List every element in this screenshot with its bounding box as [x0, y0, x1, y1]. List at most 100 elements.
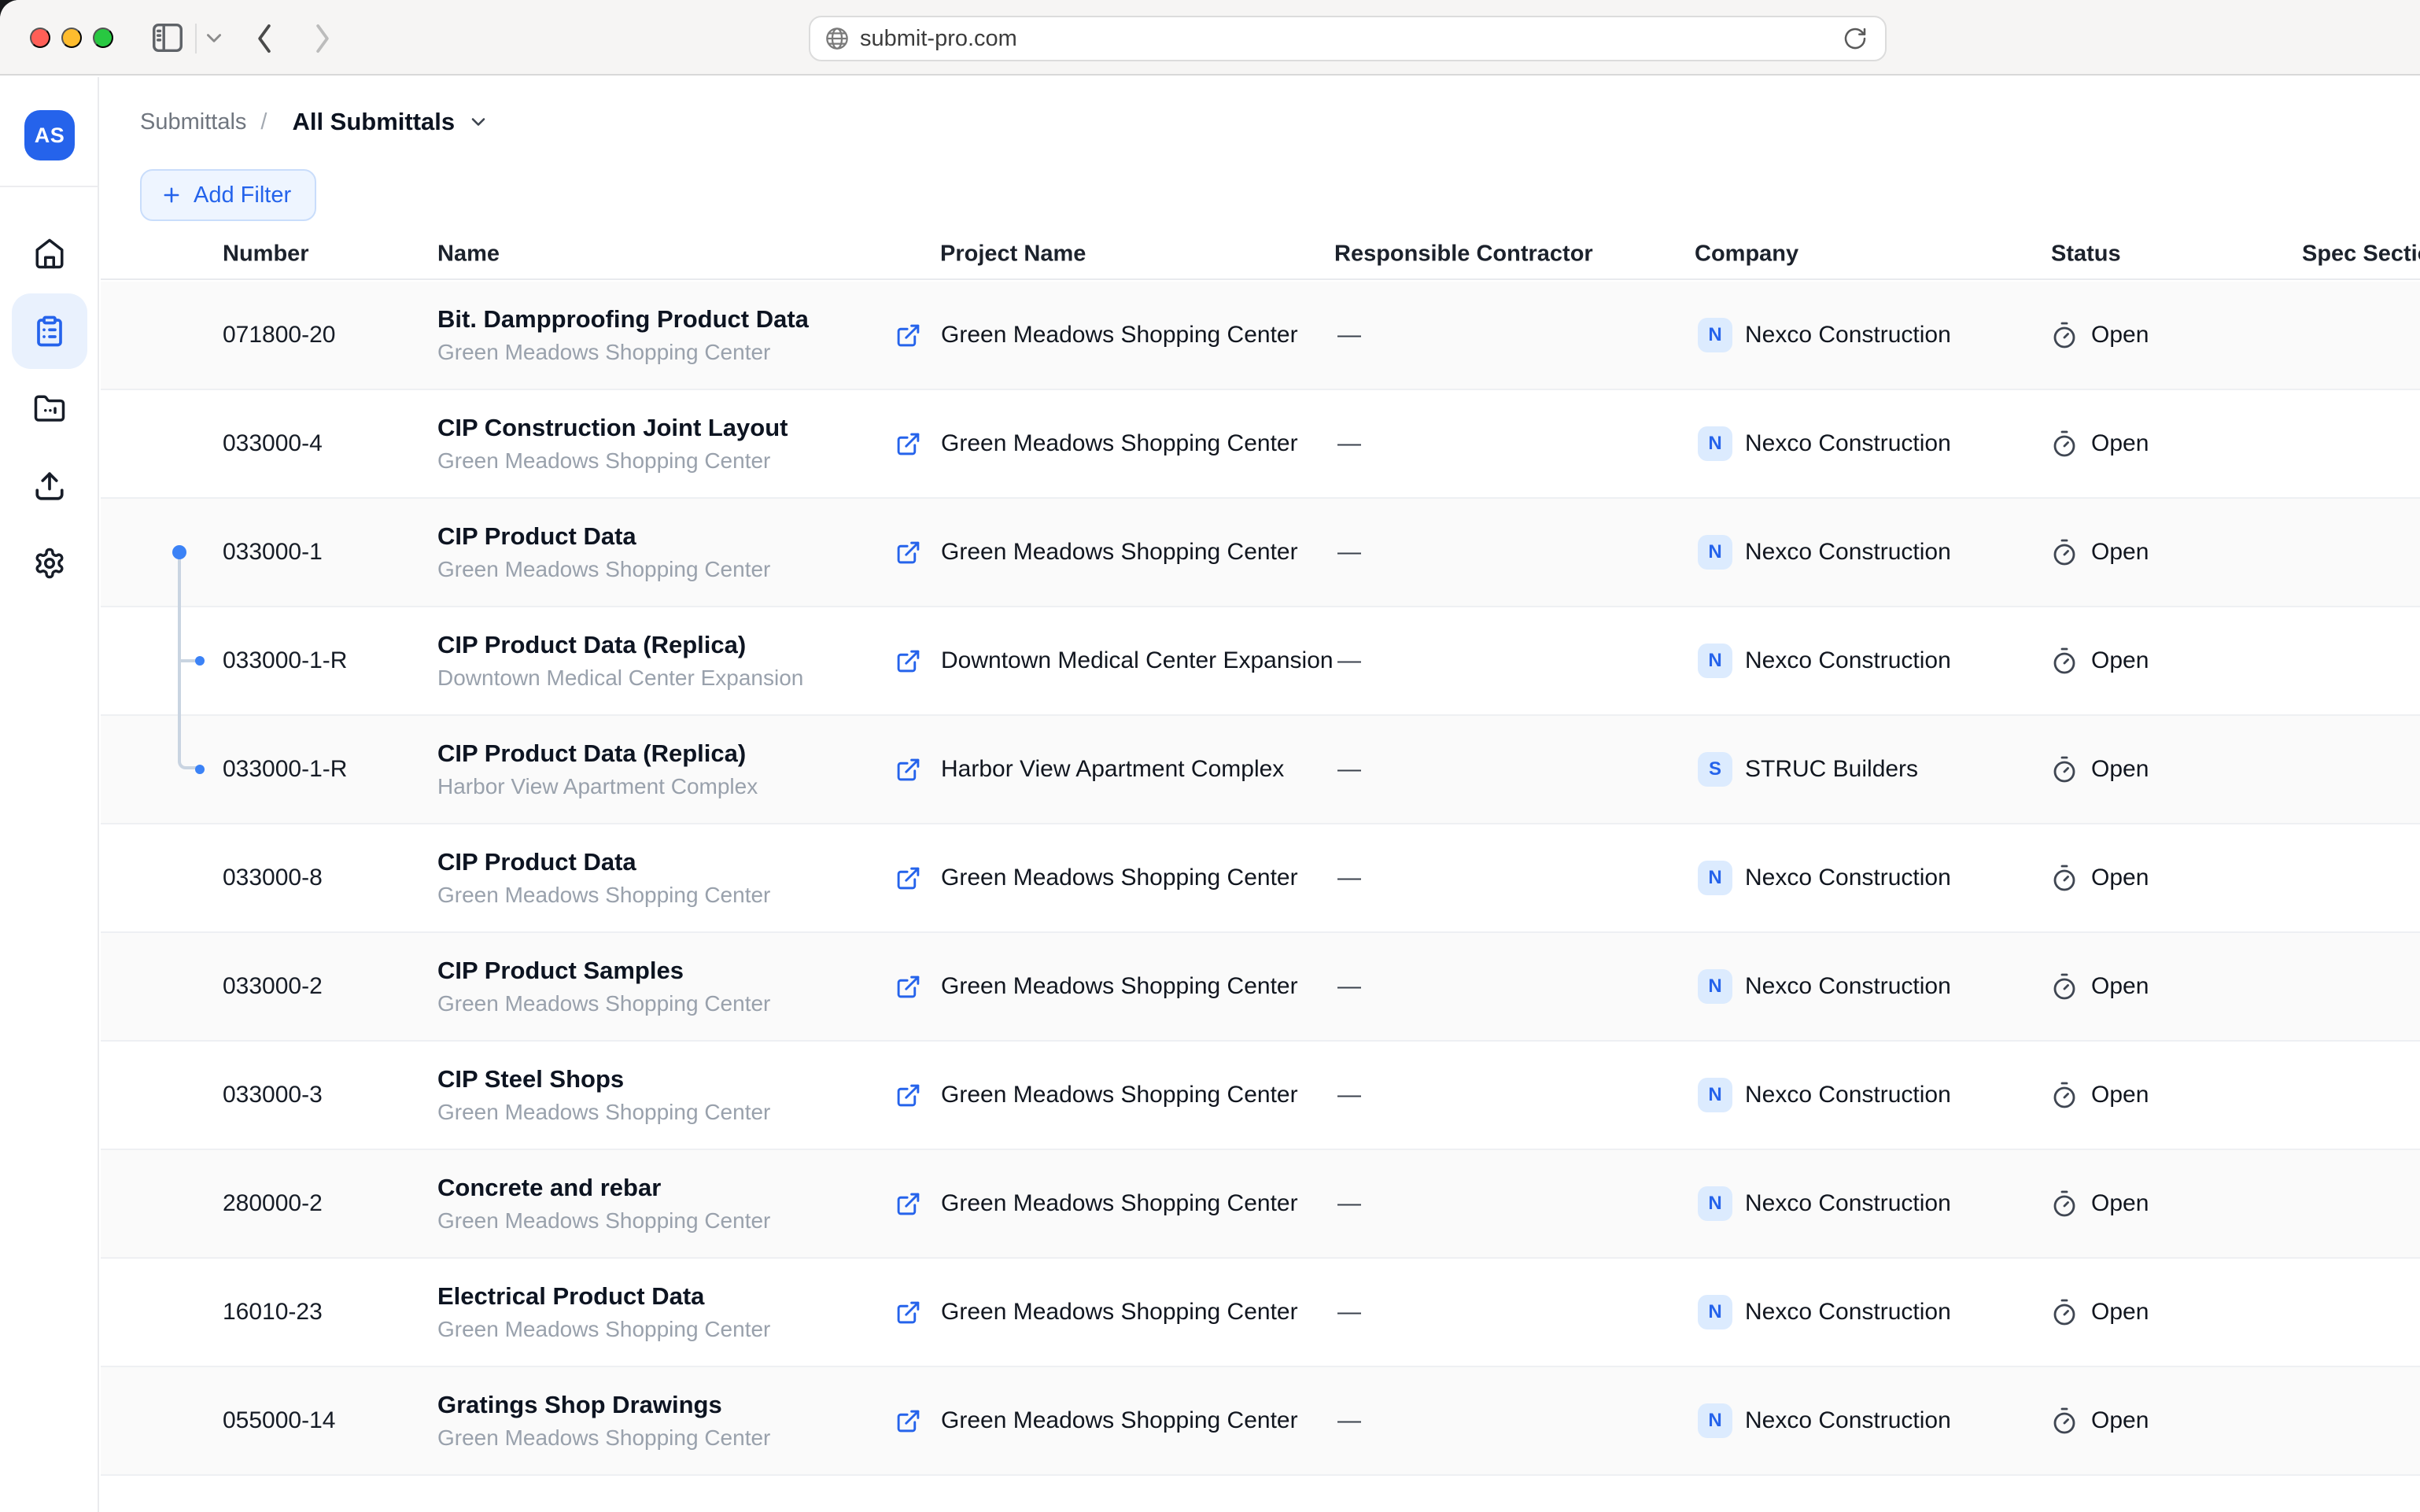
company-badge: N [1698, 318, 1732, 352]
sidebar-item-upload[interactable] [12, 448, 87, 524]
table-row[interactable]: 071800-20 Bit. Dampproofing Product Data… [101, 282, 2420, 390]
sidebar-item-settings[interactable] [12, 526, 87, 601]
responsible-contractor-value: — [1337, 430, 1361, 457]
folder-icon [33, 393, 66, 426]
chevron-down-icon [467, 111, 489, 133]
external-link-icon[interactable] [895, 974, 921, 1000]
project-cell[interactable]: Harbor View Apartment Complex [895, 756, 1284, 783]
company-badge: N [1698, 1295, 1732, 1329]
submittal-name-cell: Concrete and rebar Green Meadows Shoppin… [437, 1173, 770, 1234]
project-cell[interactable]: Green Meadows Shopping Center [895, 430, 1298, 457]
address-bar[interactable]: submit-pro.com [809, 16, 1887, 61]
external-link-icon[interactable] [895, 431, 921, 457]
column-header-status[interactable]: Status [2051, 242, 2121, 267]
reload-button[interactable] [1839, 23, 1871, 54]
table-row[interactable]: HVAC Shop Drawings [101, 1476, 2420, 1512]
external-link-icon[interactable] [895, 1082, 921, 1108]
view-selector[interactable]: All Submittals [281, 108, 489, 136]
project-name: Green Meadows Shopping Center [941, 1407, 1298, 1434]
external-link-icon[interactable] [895, 757, 921, 783]
status-cell: Open [2050, 972, 2149, 1001]
external-link-icon[interactable] [895, 1408, 921, 1434]
app-shell: AS [0, 77, 2420, 1512]
project-cell[interactable]: Downtown Medical Center Expansion [895, 647, 1334, 674]
project-cell[interactable]: Green Meadows Shopping Center [895, 322, 1298, 348]
zoom-button[interactable] [93, 28, 113, 48]
table-header: Number Name Project Name Responsible Contra… [101, 230, 2420, 280]
project-name: Harbor View Apartment Complex [941, 756, 1284, 783]
minimize-button[interactable] [61, 28, 82, 48]
table-row[interactable]: 033000-1 CIP Product Data Green Meadows … [101, 499, 2420, 607]
avatar[interactable]: AS [24, 110, 75, 160]
external-link-icon[interactable] [895, 1300, 921, 1326]
panel-left-icon [149, 20, 186, 56]
external-link-icon[interactable] [895, 323, 921, 348]
forward-button[interactable] [305, 19, 340, 58]
column-header-responsible-contractor[interactable]: Responsible Contractor [1334, 242, 1593, 267]
submittal-name-cell: CIP Steel Shops Green Meadows Shopping C… [437, 1064, 770, 1126]
submittal-number: 280000-2 [223, 1190, 323, 1217]
project-name: Green Meadows Shopping Center [941, 1299, 1298, 1326]
submittal-number: 033000-1 [223, 539, 323, 566]
company-cell: N Nexco Construction [1698, 318, 1951, 352]
sidebar-item-projects[interactable] [12, 371, 87, 447]
company-name: Nexco Construction [1745, 1190, 1951, 1217]
status-timer-icon [2050, 864, 2079, 892]
table-row[interactable]: 033000-4 CIP Construction Joint Layout G… [101, 390, 2420, 499]
sidebar-item-submittals[interactable] [12, 293, 87, 369]
company-cell: N Nexco Construction [1698, 1295, 1951, 1329]
sidebar-toggle-button[interactable] [148, 18, 187, 57]
company-badge: N [1698, 969, 1732, 1004]
plus-icon [160, 184, 183, 206]
sidebar-menu-chevron[interactable] [200, 27, 228, 50]
project-cell[interactable]: Green Meadows Shopping Center [895, 1299, 1298, 1326]
submittal-number: 033000-8 [223, 865, 323, 891]
external-link-icon[interactable] [895, 540, 921, 566]
project-cell[interactable]: Green Meadows Shopping Center [895, 539, 1298, 566]
external-link-icon[interactable] [895, 865, 921, 891]
table-row[interactable]: 280000-2 Concrete and rebar Green Meadow… [101, 1150, 2420, 1259]
status-label: Open [2091, 539, 2149, 566]
external-link-icon[interactable] [895, 1191, 921, 1217]
table-row[interactable]: 033000-2 CIP Product Samples Green Meado… [101, 933, 2420, 1042]
project-cell[interactable]: Green Meadows Shopping Center [895, 1407, 1298, 1434]
project-cell[interactable]: Green Meadows Shopping Center [895, 865, 1298, 891]
status-label: Open [2091, 973, 2149, 1000]
table-row[interactable]: 033000-1-R CIP Product Data (Replica) Ha… [101, 716, 2420, 824]
submittal-subtitle: Green Meadows Shopping Center [437, 448, 788, 474]
close-button[interactable] [30, 28, 50, 48]
submittal-title: Concrete and rebar [437, 1173, 770, 1203]
company-cell: N Nexco Construction [1698, 861, 1951, 895]
add-filter-button[interactable]: Add Filter [140, 169, 316, 221]
project-name: Green Meadows Shopping Center [941, 1082, 1298, 1108]
column-header-name[interactable]: Name [437, 242, 500, 267]
project-cell[interactable]: Green Meadows Shopping Center [895, 973, 1298, 1000]
project-cell[interactable]: Green Meadows Shopping Center [895, 1190, 1298, 1217]
back-button[interactable] [247, 19, 282, 58]
sidebar-item-home[interactable] [12, 216, 87, 291]
column-header-number[interactable]: Number [223, 242, 309, 267]
company-badge: N [1698, 1403, 1732, 1438]
breadcrumb-section[interactable]: Submittals [140, 109, 246, 135]
table-row[interactable]: 055000-14 Gratings Shop Drawings Green M… [101, 1367, 2420, 1476]
home-icon [33, 237, 66, 270]
company-cell: S STRUC Builders [1698, 752, 1918, 787]
submittal-number: 033000-1-R [223, 647, 347, 674]
column-header-project-name[interactable]: Project Name [940, 242, 1086, 267]
table-row[interactable]: 033000-3 CIP Steel Shops Green Meadows S… [101, 1042, 2420, 1150]
column-header-spec-section[interactable]: Spec Section [2302, 242, 2420, 267]
company-badge: N [1698, 426, 1732, 461]
table-row[interactable]: 16010-23 Electrical Product Data Green M… [101, 1259, 2420, 1367]
company-name: Nexco Construction [1745, 539, 1951, 566]
company-cell: N Nexco Construction [1698, 1403, 1951, 1438]
column-header-company[interactable]: Company [1695, 242, 1798, 267]
clipboard-list-icon [33, 315, 66, 348]
submittal-title: CIP Product Data (Replica) [437, 739, 758, 769]
project-cell[interactable]: Green Meadows Shopping Center [895, 1082, 1298, 1108]
table-row[interactable]: 033000-1-R CIP Product Data (Replica) Do… [101, 607, 2420, 716]
table-row[interactable]: 033000-8 CIP Product Data Green Meadows … [101, 824, 2420, 933]
sidebar-divider [0, 186, 98, 187]
submittal-title: Bit. Dampproofing Product Data [437, 304, 809, 334]
external-link-icon[interactable] [895, 648, 921, 674]
project-name: Green Meadows Shopping Center [941, 865, 1298, 891]
